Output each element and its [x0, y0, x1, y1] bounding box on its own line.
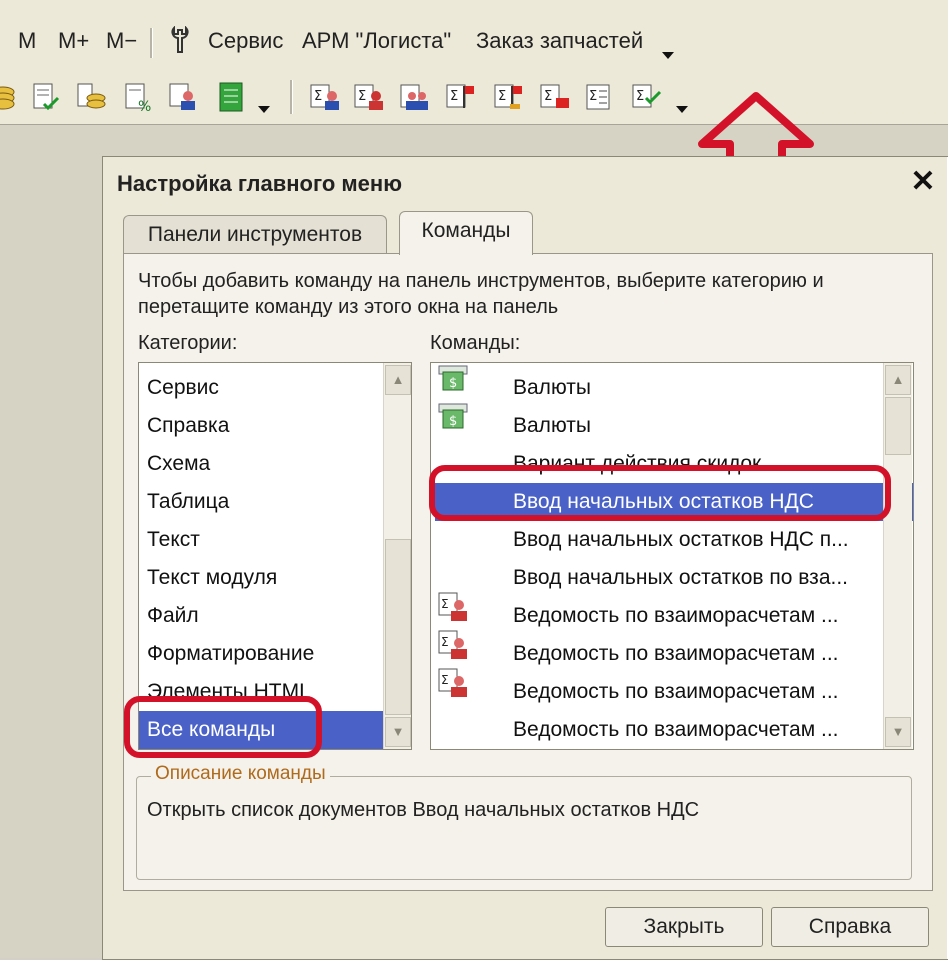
sigma-list-icon[interactable]: Σ — [584, 80, 618, 114]
scroll-thumb[interactable] — [885, 397, 911, 455]
tab-commands[interactable]: Команды — [399, 211, 533, 255]
menu-m-minus[interactable]: M− — [106, 28, 137, 54]
commands-label: Команды: — [430, 332, 521, 354]
svg-text:Σ: Σ — [636, 89, 644, 104]
svg-text:Σ: Σ — [544, 89, 552, 104]
menu-separator — [150, 28, 153, 58]
sigma-person-red-icon[interactable]: Σ — [352, 80, 386, 114]
instruction-text: Чтобы добавить команду на панель инструм… — [138, 270, 824, 318]
command-description-group: Описание команды Открыть список документ… — [136, 763, 912, 880]
list-item[interactable]: Ведомость по взаиморасчетам ... — [431, 673, 913, 711]
list-item[interactable]: Сервис — [139, 369, 391, 407]
annotation-highlight-category — [124, 696, 322, 758]
svg-text:%: % — [138, 99, 151, 114]
sigma-person-icon: Σ — [437, 667, 469, 699]
menu-more-arrow-icon[interactable] — [662, 52, 674, 59]
sigma-folder-icon[interactable]: Σ — [538, 80, 572, 114]
scroll-thumb[interactable] — [385, 539, 411, 715]
svg-text:Σ: Σ — [441, 673, 449, 687]
list-item[interactable]: Таблица — [139, 483, 391, 521]
help-button[interactable]: Справка — [771, 907, 929, 947]
menu-zakaz-zapchastey[interactable]: Заказ запчастей — [476, 28, 643, 54]
toolbar1-more-arrow-icon[interactable] — [258, 106, 270, 113]
list-item[interactable]: Схема — [139, 445, 391, 483]
menu-m-plus[interactable]: M+ — [58, 28, 89, 54]
toolbar2-more-arrow-icon[interactable] — [676, 106, 688, 113]
list-item[interactable]: Валюты — [431, 407, 913, 445]
menu-m[interactable]: M — [18, 28, 36, 54]
categories-label: Категории: — [138, 332, 238, 354]
categories-scrollbar[interactable]: ▲ ▼ — [383, 363, 411, 749]
sigma-flag-alt-icon[interactable]: Σ — [492, 80, 526, 114]
menu-arm-logista[interactable]: АРМ "Логиста" — [302, 28, 451, 54]
svg-text:Σ: Σ — [450, 89, 458, 104]
green-table-icon[interactable] — [214, 80, 248, 114]
sigma-person-icon: Σ — [437, 591, 469, 623]
svg-text:$: $ — [449, 414, 457, 429]
list-item[interactable]: Валюты — [431, 369, 913, 407]
annotation-highlight-command — [429, 465, 891, 521]
list-item[interactable]: Файл — [139, 597, 391, 635]
dialog-title: Настройка главного меню — [117, 171, 402, 196]
svg-text:Σ: Σ — [314, 89, 322, 104]
list-item[interactable]: Ведомость по взаиморасчетам ... — [431, 597, 913, 635]
currency-icon: $ — [437, 401, 469, 433]
commands-scrollbar[interactable]: ▲ ▼ — [883, 363, 912, 749]
list-item[interactable]: Ввод начальных остатков по вза... — [431, 559, 913, 597]
list-item[interactable]: Ввод начальных остатков НДС п... — [431, 521, 913, 559]
description-legend: Описание команды — [151, 763, 330, 785]
scroll-down-icon[interactable]: ▼ — [385, 717, 411, 747]
list-item[interactable]: Справка — [139, 407, 391, 445]
categories-listbox[interactable]: Сервис Справка Схема Таблица Текст Текст… — [138, 362, 412, 750]
close-button[interactable]: Закрыть — [605, 907, 763, 947]
coins-icon[interactable] — [0, 80, 20, 114]
scroll-up-icon[interactable]: ▲ — [385, 365, 411, 395]
sigma-person-icon[interactable]: Σ — [308, 80, 342, 114]
sigma-flag-icon[interactable]: Σ — [444, 80, 478, 114]
sigma-person-icon: Σ — [437, 629, 469, 661]
svg-text:Σ: Σ — [589, 89, 597, 104]
person-chart-icon[interactable] — [166, 80, 200, 114]
tab-toolbars[interactable]: Панели инструментов — [123, 215, 387, 254]
commands-tab-panel: Чтобы добавить команду на панель инструм… — [123, 253, 933, 891]
close-icon[interactable]: ✕ — [906, 165, 940, 199]
currency-icon: $ — [437, 363, 469, 395]
coins-stack-icon[interactable] — [74, 80, 108, 114]
people-icon[interactable] — [398, 80, 432, 114]
toolbar-separator — [290, 80, 293, 114]
svg-text:Σ: Σ — [441, 635, 449, 649]
list-item[interactable]: Ведомость по взаиморасчетам ... — [431, 711, 913, 749]
svg-text:Σ: Σ — [358, 89, 366, 104]
scroll-down-icon[interactable]: ▼ — [885, 717, 911, 747]
scroll-up-icon[interactable]: ▲ — [885, 365, 911, 395]
wrench-icon[interactable] — [168, 25, 192, 60]
list-item[interactable]: Текст модуля — [139, 559, 391, 597]
list-item[interactable]: Ведомость по взаиморасчетам ... — [431, 635, 913, 673]
command-description-text: Открыть список документов Ввод начальных… — [147, 799, 700, 821]
sigma-check-icon[interactable]: Σ — [630, 80, 664, 114]
main-menubar: M M+ M− Сервис АРМ "Логиста" Заказ запча… — [0, 0, 948, 72]
svg-text:$: $ — [449, 376, 457, 391]
commands-listbox[interactable]: Валюты $ Валюты $ Вариант действия скидо… — [430, 362, 914, 750]
svg-text:Σ: Σ — [498, 89, 506, 104]
document-percent-icon[interactable]: % — [120, 80, 154, 115]
list-item[interactable]: Текст — [139, 521, 391, 559]
menu-servis[interactable]: Сервис — [208, 28, 283, 54]
settings-dialog: Настройка главного меню ✕ Панели инструм… — [102, 156, 948, 960]
document-check-icon[interactable] — [28, 80, 62, 114]
svg-text:Σ: Σ — [441, 597, 449, 611]
list-item[interactable]: Форматирование — [139, 635, 391, 673]
